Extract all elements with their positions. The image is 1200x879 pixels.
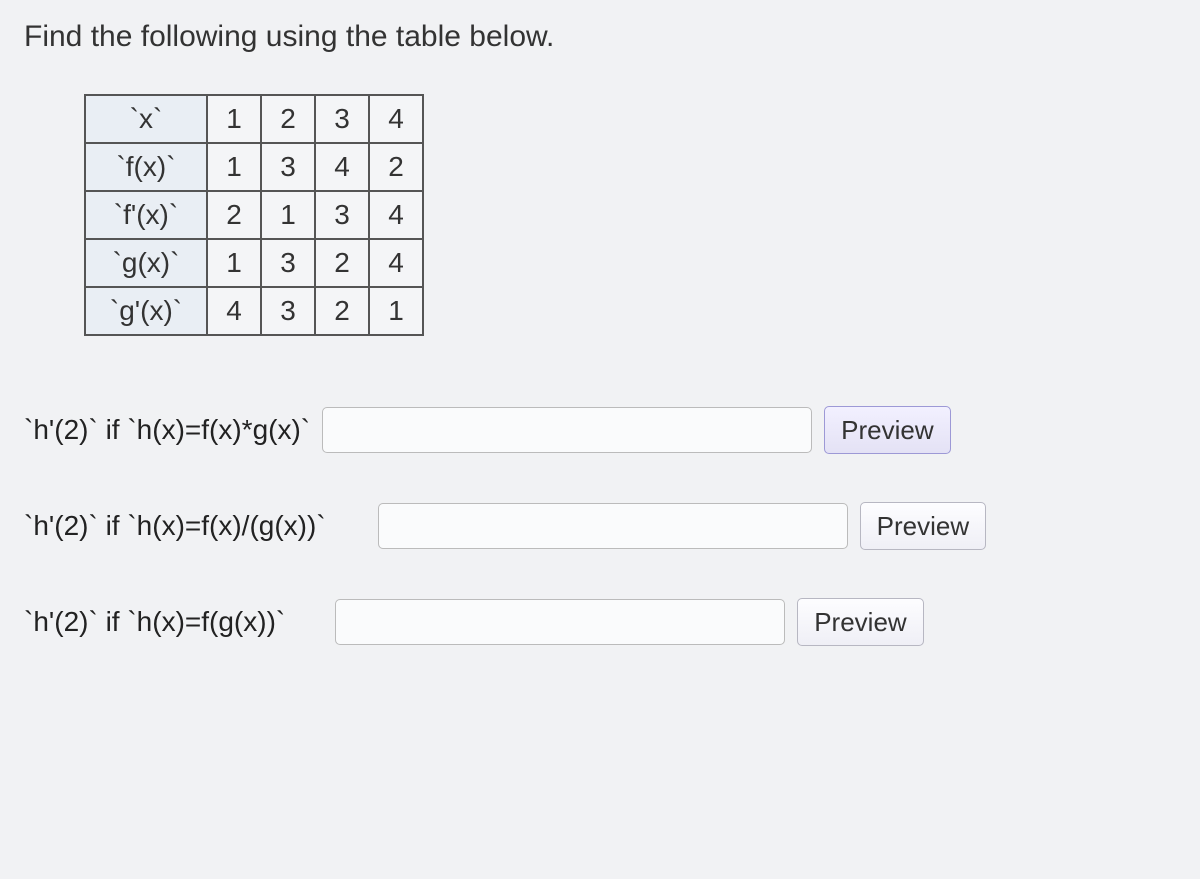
problem-prompt: Find the following using the table below…: [24, 20, 1176, 54]
row-label-g: `g(x)`: [85, 239, 207, 287]
preview-button[interactable]: Preview: [824, 406, 950, 454]
cell: 1: [207, 143, 261, 191]
cell: 4: [207, 287, 261, 335]
table-row: `f'(x)` 2 1 3 4: [85, 191, 423, 239]
question-label: `h'(2)` if `h(x)=f(x)*g(x)`: [24, 414, 310, 446]
cell: 3: [315, 191, 369, 239]
answer-input[interactable]: [335, 599, 785, 645]
question-label: `h'(2)` if `h(x)=f(x)/(g(x))`: [24, 510, 326, 542]
cell: 2: [315, 239, 369, 287]
cell: 4: [369, 239, 423, 287]
row-label-gprime: `g'(x)`: [85, 287, 207, 335]
cell: 2: [315, 287, 369, 335]
row-label-fprime: `f'(x)`: [85, 191, 207, 239]
cell: 3: [315, 95, 369, 143]
table-row: `x` 1 2 3 4: [85, 95, 423, 143]
question-row: `h'(2)` if `h(x)=f(g(x))` Preview: [24, 598, 1176, 646]
table-row: `g(x)` 1 3 2 4: [85, 239, 423, 287]
answer-input[interactable]: [378, 503, 848, 549]
cell: 2: [261, 95, 315, 143]
cell: 1: [207, 95, 261, 143]
question-row: `h'(2)` if `h(x)=f(x)/(g(x))` Preview: [24, 502, 1176, 550]
cell: 3: [261, 143, 315, 191]
cell: 2: [369, 143, 423, 191]
table-row: `g'(x)` 4 3 2 1: [85, 287, 423, 335]
cell: 1: [261, 191, 315, 239]
answer-input[interactable]: [322, 407, 812, 453]
cell: 2: [207, 191, 261, 239]
cell: 4: [369, 191, 423, 239]
cell: 3: [261, 287, 315, 335]
cell: 4: [369, 95, 423, 143]
cell: 4: [315, 143, 369, 191]
questions-list: `h'(2)` if `h(x)=f(x)*g(x)` Preview `h'(…: [24, 406, 1176, 646]
function-table: `x` 1 2 3 4 `f(x)` 1 3 4 2 `f'(x)` 2 1 3…: [84, 94, 1176, 336]
cell: 1: [369, 287, 423, 335]
question-row: `h'(2)` if `h(x)=f(x)*g(x)` Preview: [24, 406, 1176, 454]
cell: 1: [207, 239, 261, 287]
row-label-f: `f(x)`: [85, 143, 207, 191]
preview-button[interactable]: Preview: [797, 598, 923, 646]
question-label: `h'(2)` if `h(x)=f(g(x))`: [24, 606, 285, 638]
preview-button[interactable]: Preview: [860, 502, 986, 550]
table-row: `f(x)` 1 3 4 2: [85, 143, 423, 191]
row-label-x: `x`: [85, 95, 207, 143]
cell: 3: [261, 239, 315, 287]
